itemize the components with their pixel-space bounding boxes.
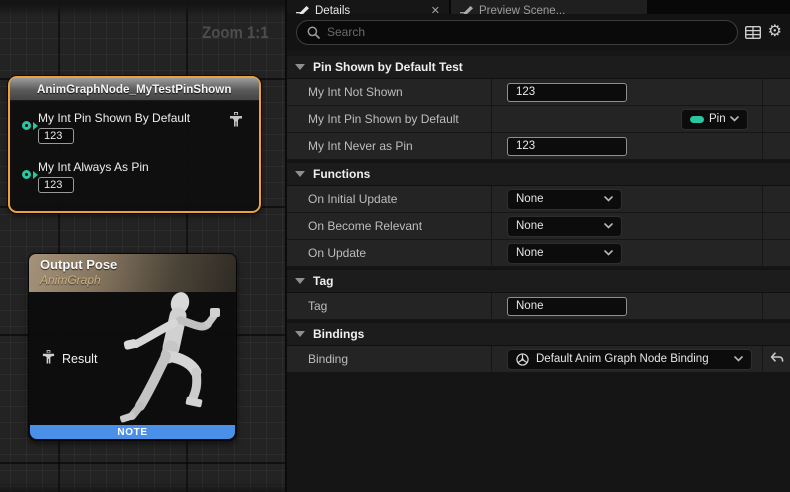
chevron-down-icon: [604, 196, 613, 202]
chevron-down-icon: [295, 171, 305, 177]
property-label: On Become Relevant: [287, 213, 492, 239]
property-row-my-int-not-shown: My Int Not Shown: [287, 79, 790, 106]
pin-capsule-icon: [690, 116, 704, 123]
tab-label: Preview Scene...: [479, 5, 565, 14]
property-row-on-become-relevant: On Become Relevant None: [287, 213, 790, 240]
node-pin-row: My Int Pin Shown By Default: [22, 111, 190, 144]
row-gutter: [762, 106, 790, 132]
chevron-down-icon: [295, 331, 305, 337]
reset-to-default-icon[interactable]: [770, 352, 784, 367]
category-title: Tag: [313, 274, 333, 288]
property-row-on-initial-update: On Initial Update None: [287, 186, 790, 213]
note-label: NOTE: [117, 427, 147, 438]
details-panel: Details ✕ Preview Scene...: [285, 0, 790, 492]
search-input[interactable]: [327, 25, 727, 39]
node-title: Output Pose: [40, 257, 236, 272]
pin-default-value-input[interactable]: [38, 128, 74, 144]
row-gutter: [762, 133, 790, 159]
property-row-my-int-never-as-pin: My Int Never as Pin: [287, 133, 790, 160]
mannequin-figure-image: [108, 290, 236, 432]
category-header-bindings[interactable]: Bindings: [287, 323, 790, 346]
category-header-tag[interactable]: Tag: [287, 270, 790, 293]
pin-label: My Int Always As Pin: [38, 160, 149, 174]
pose-figure-icon: [229, 112, 243, 131]
row-gutter: [762, 240, 790, 266]
search-icon: [307, 26, 320, 39]
unreal-anim-blueprint-window: Zoom 1:1 AnimGraphNode_MyTestPinShown My…: [0, 0, 790, 492]
binding-dropdown[interactable]: Default Anim Graph Node Binding: [507, 349, 752, 370]
display-filter-icon[interactable]: [745, 26, 761, 39]
dropdown-value: Pin: [709, 113, 725, 125]
tag-input[interactable]: [507, 297, 627, 316]
row-gutter: [762, 346, 790, 372]
property-label: Tag: [287, 293, 492, 319]
pin-mode-dropdown[interactable]: Pin: [681, 109, 748, 130]
tab-label: Details: [315, 5, 350, 14]
node-header[interactable]: Output Pose AnimGraph: [29, 254, 236, 292]
category-title: Functions: [313, 167, 370, 181]
node-header[interactable]: AnimGraphNode_MyTestPinShown: [10, 78, 259, 101]
dropdown-value: None: [516, 193, 604, 205]
pose-pin-figure-icon: [42, 350, 55, 368]
category-title: Bindings: [313, 327, 364, 341]
node-subtitle: AnimGraph: [40, 273, 236, 287]
property-label: Binding: [287, 346, 492, 372]
details-properties-list[interactable]: Pin Shown by Default Test My Int Not Sho…: [287, 50, 790, 492]
dropdown-value: None: [516, 247, 604, 259]
category-title: Pin Shown by Default Test: [313, 60, 463, 74]
result-pin[interactable]: Result: [42, 350, 97, 368]
chevron-down-icon: [295, 278, 305, 284]
binding-class-icon: [516, 353, 529, 366]
category-header-functions[interactable]: Functions: [287, 163, 790, 186]
result-pin-label: Result: [62, 352, 97, 366]
details-panel-icon: [296, 6, 309, 15]
note-banner[interactable]: NOTE: [30, 425, 235, 439]
anim-graph-test-node[interactable]: AnimGraphNode_MyTestPinShown My Int Pin …: [8, 76, 261, 213]
int-pin-icon[interactable]: [22, 170, 31, 179]
node-pin-row: My Int Always As Pin: [22, 160, 149, 193]
chevron-down-icon: [604, 223, 613, 229]
property-label: On Initial Update: [287, 186, 492, 212]
my-int-not-shown-input[interactable]: [507, 83, 627, 102]
property-label: My Int Pin Shown by Default: [287, 106, 492, 132]
on-update-dropdown[interactable]: None: [507, 243, 622, 264]
details-toolbar: ⚙: [287, 14, 790, 50]
dropdown-value: None: [516, 220, 604, 232]
anim-graph-canvas[interactable]: Zoom 1:1 AnimGraphNode_MyTestPinShown My…: [0, 0, 285, 492]
pin-default-value-input[interactable]: [38, 177, 74, 193]
property-row-my-int-pin-shown-by-default: My Int Pin Shown by Default Pin: [287, 106, 790, 133]
panel-tab-bar: Details ✕ Preview Scene...: [287, 0, 790, 14]
int-pin-icon[interactable]: [22, 121, 31, 130]
row-gutter: [762, 213, 790, 239]
output-pose-node[interactable]: Output Pose AnimGraph: [28, 253, 237, 441]
my-int-never-as-pin-input[interactable]: [507, 137, 627, 156]
property-row-tag: Tag: [287, 293, 790, 320]
property-label: My Int Not Shown: [287, 79, 492, 105]
dropdown-value: Default Anim Graph Node Binding: [536, 353, 727, 365]
row-gutter: [762, 186, 790, 212]
gear-icon[interactable]: ⚙: [768, 24, 782, 40]
close-icon[interactable]: ✕: [431, 6, 440, 15]
pin-label: My Int Pin Shown By Default: [38, 111, 190, 125]
zoom-indicator: Zoom 1:1: [203, 23, 269, 43]
row-gutter: [762, 79, 790, 105]
property-label: My Int Never as Pin: [287, 133, 492, 159]
chevron-down-icon: [730, 116, 739, 122]
preview-scene-panel-icon: [460, 6, 473, 15]
on-initial-update-dropdown[interactable]: None: [507, 189, 622, 210]
search-box[interactable]: [296, 20, 738, 45]
chevron-down-icon: [295, 64, 305, 70]
tab-preview-scene[interactable]: Preview Scene...: [451, 0, 647, 14]
property-row-binding: Binding Default Anim Graph Node Binding: [287, 346, 790, 373]
property-row-on-update: On Update None: [287, 240, 790, 267]
row-gutter: [762, 293, 790, 319]
on-become-relevant-dropdown[interactable]: None: [507, 216, 622, 237]
chevron-down-icon: [604, 250, 613, 256]
category-header-pin-shown-by-default-test[interactable]: Pin Shown by Default Test: [287, 56, 790, 79]
property-label: On Update: [287, 240, 492, 266]
tab-details[interactable]: Details ✕: [287, 0, 449, 14]
chevron-down-icon: [734, 356, 743, 362]
node-title: AnimGraphNode_MyTestPinShown: [37, 82, 231, 96]
